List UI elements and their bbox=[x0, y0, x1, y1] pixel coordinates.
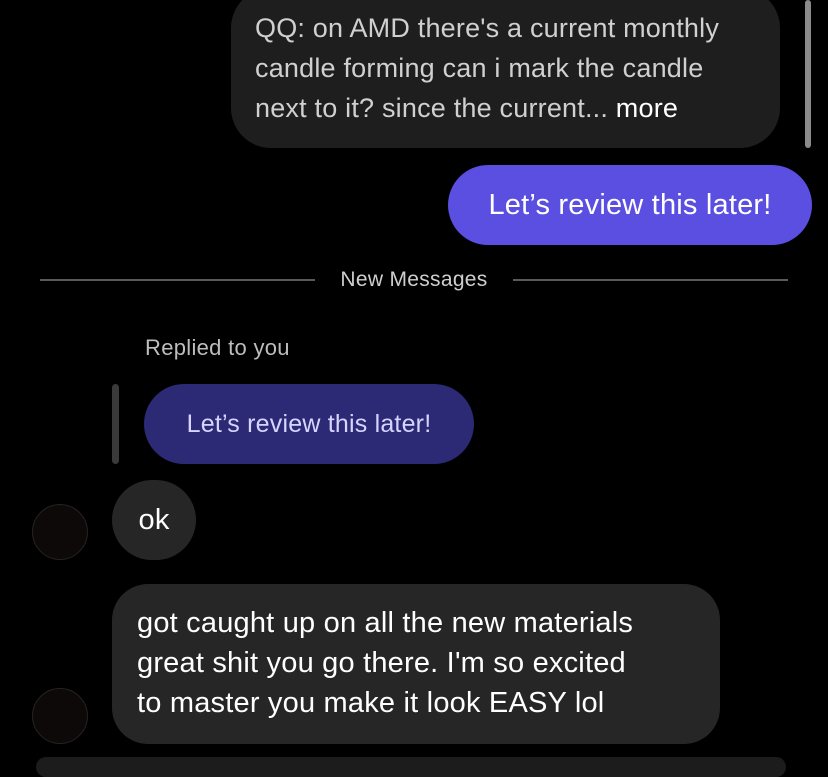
scrollbar-thumb[interactable] bbox=[805, 0, 811, 148]
new-messages-divider-right bbox=[513, 279, 788, 281]
reply-quote-bubble[interactable]: Let’s review this later! bbox=[144, 384, 474, 464]
avatar[interactable] bbox=[32, 688, 88, 744]
message-text-line: great shit you go there. I'm so excited bbox=[137, 647, 626, 679]
message-bubble-sent[interactable]: Let’s review this later! bbox=[448, 165, 812, 245]
message-bubble-quoted[interactable]: QQ: on AMD there's a current monthly can… bbox=[231, 0, 780, 148]
reply-caption: Replied to you bbox=[145, 335, 290, 360]
message-text-line: candle forming can i mark the candle bbox=[255, 53, 704, 83]
avatar[interactable] bbox=[32, 504, 88, 560]
reply-indicator-bar bbox=[112, 384, 119, 464]
new-messages-divider-left bbox=[40, 279, 315, 281]
next-message-bubble-edge bbox=[36, 757, 786, 777]
message-bubble-received[interactable]: ok bbox=[112, 480, 196, 560]
more-link[interactable]: more bbox=[616, 93, 678, 123]
message-text-line: QQ: on AMD there's a current monthly bbox=[255, 13, 720, 43]
message-text-line: to master you make it look EASY lol bbox=[137, 687, 605, 719]
message-text-line: got caught up on all the new materials bbox=[137, 607, 634, 639]
message-text-truncated: next to it? since the current... bbox=[255, 93, 609, 123]
message-bubble-received[interactable]: got caught up on all the new materials g… bbox=[112, 584, 720, 744]
new-messages-divider-label: New Messages bbox=[340, 268, 488, 291]
message-text-line: next to it? since the current... more bbox=[255, 88, 756, 128]
